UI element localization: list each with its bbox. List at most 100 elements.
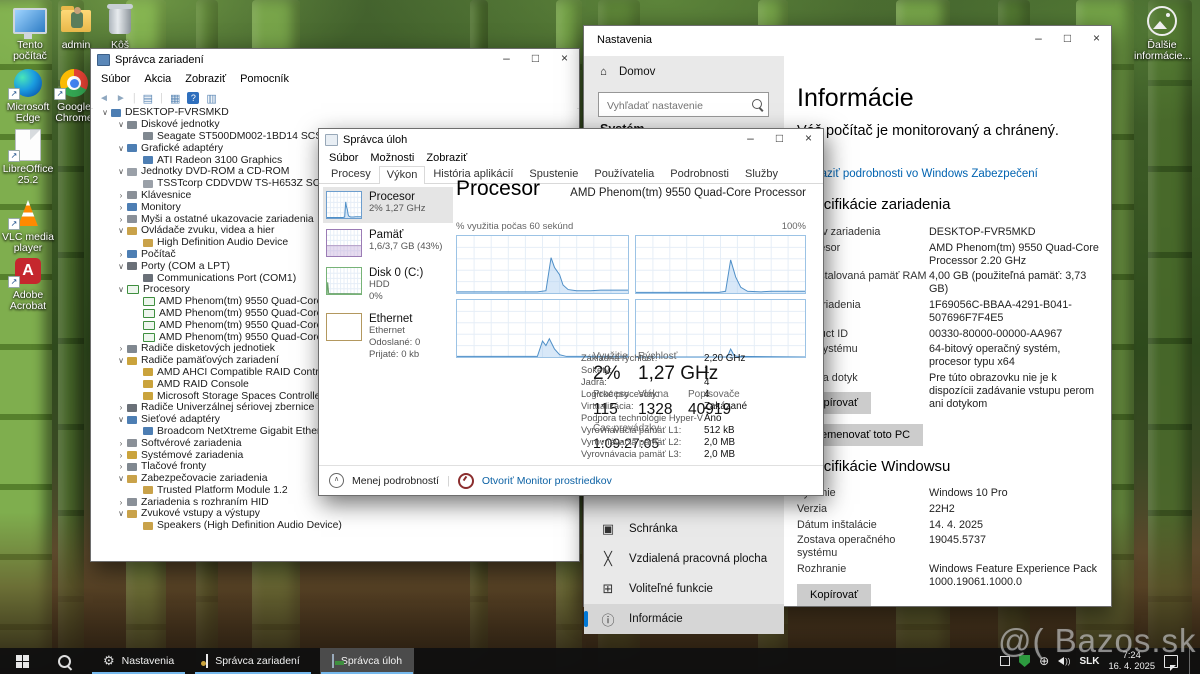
device-label: Microsoft Storage Spaces Controller — [157, 391, 324, 402]
tab-výkon[interactable]: Výkon — [379, 166, 426, 184]
list-view-icon[interactable]: ▤ — [143, 92, 153, 105]
expander-icon[interactable]: › — [115, 451, 127, 460]
device-tree-item[interactable]: ∨ Zvukové vstupy a výstupy — [93, 508, 577, 520]
detail-label: Vyrovnávacia pamäť L3: — [581, 449, 681, 459]
close-button[interactable]: × — [1082, 26, 1111, 52]
perf-item-title: Disk 0 (C:) — [369, 267, 423, 279]
expander-icon[interactable]: ∨ — [115, 356, 127, 365]
back-icon[interactable]: ◄ — [99, 93, 109, 104]
device-label: Zvukové vstupy a výstupy — [141, 508, 260, 519]
vlc-media-player-shortcut[interactable]: ↗VLC media player — [0, 196, 56, 254]
perf-item-ethernet[interactable]: EthernetEthernetOdoslané: 0 Prijaté: 0 k… — [323, 309, 453, 365]
sidebar-item-home[interactable]: ⌂ Domov — [600, 66, 655, 78]
menu-item-súbor[interactable]: Súbor — [95, 73, 136, 85]
taskbar-search-button[interactable] — [45, 648, 83, 674]
expander-icon[interactable]: ∨ — [115, 120, 127, 129]
settings-search-box[interactable] — [598, 92, 769, 117]
network-globe-icon[interactable]: ⊕ — [1039, 655, 1049, 667]
expander-icon[interactable]: ∨ — [115, 474, 127, 483]
perf-item-disk-0-c-[interactable]: Disk 0 (C:)HDD0% — [323, 263, 453, 307]
clock-date: 16. 4. 2025 — [1108, 661, 1155, 671]
volume-icon[interactable]: )) — [1058, 657, 1070, 666]
audio-device-icon — [127, 227, 137, 235]
taskbar-button-nastavenia[interactable]: ⚙Nastavenia — [91, 648, 186, 674]
adobe-acrobat-shortcut[interactable]: A↗Adobe Acrobat — [0, 254, 56, 312]
expander-icon[interactable]: ∨ — [115, 509, 127, 518]
properties-icon[interactable]: ▦ — [170, 92, 180, 105]
device-tree-item[interactable]: ›Zariadenia s rozhraním HID — [93, 496, 577, 508]
expander-icon[interactable]: › — [115, 203, 127, 212]
spec-row: Typ systému64-bitový operačný systém, pr… — [797, 343, 1101, 369]
expander-icon[interactable]: › — [115, 250, 127, 259]
expander-icon[interactable]: ∨ — [115, 167, 127, 176]
security-details-link[interactable]: Zobraziť podrobnosti vo Windows Zabezpeč… — [797, 168, 1038, 180]
expander-icon[interactable]: ∨ — [115, 226, 127, 235]
taskbar-button-spr-vca-loh[interactable]: Správca úloh — [320, 648, 414, 674]
start-button[interactable] — [0, 648, 45, 674]
menu-item-zobraziť[interactable]: Zobraziť — [179, 73, 232, 85]
collapse-chevron-icon[interactable]: ∧ — [329, 473, 344, 488]
sidebar-item-clipboard[interactable]: ▣Schránka — [584, 514, 784, 544]
device-tree-item[interactable]: ∨DESKTOP-FVRSMKD — [93, 107, 577, 119]
device-tree-item[interactable]: Speakers (High Definition Audio Device) — [93, 520, 577, 532]
sidebar-item-remote-desktop[interactable]: ╳Vzdialená pracovná plocha — [584, 544, 784, 574]
task-manager-title: Správca úloh — [343, 134, 407, 146]
expander-icon[interactable]: › — [115, 439, 127, 448]
action-center-icon[interactable] — [1164, 655, 1178, 668]
search-input[interactable] — [605, 94, 744, 117]
expander-icon[interactable]: › — [115, 344, 127, 353]
device-label: Diskové jednotky — [141, 119, 220, 130]
minimize-button[interactable]: – — [492, 49, 521, 69]
expander-icon[interactable]: ∨ — [115, 285, 127, 294]
detail-value: Áno — [704, 413, 721, 424]
minimize-button[interactable]: – — [1024, 26, 1053, 52]
perf-item-procesor[interactable]: Procesor2% 1,27 GHz — [323, 187, 453, 223]
maximize-button[interactable]: □ — [1053, 26, 1082, 52]
taskbar: ⚙Nastavenia Správca zariadení Správca úloh… — [0, 648, 1200, 674]
perf-item-pam-[interactable]: Pamäť1,6/3,7 GB (43%) — [323, 225, 453, 261]
security-shield-icon[interactable] — [1019, 655, 1030, 667]
expander-icon[interactable]: ∨ — [99, 108, 111, 117]
more-info-shortcut[interactable]: Ďalšie informácie... — [1134, 4, 1190, 62]
sidebar-item-info[interactable]: ⓘInformácie — [584, 604, 784, 634]
forward-icon[interactable]: ► — [116, 93, 126, 104]
taskbar-clock[interactable]: 7:24 16. 4. 2025 — [1108, 650, 1155, 672]
minimize-button[interactable]: – — [736, 129, 765, 149]
maximize-button[interactable]: □ — [521, 49, 550, 69]
sidebar-item-optional-features[interactable]: ⊞Voliteľné funkcie — [584, 574, 784, 604]
copy-windows-specs-button[interactable]: Kopírovať — [797, 584, 871, 606]
close-button[interactable]: × — [794, 129, 823, 149]
tab-procesy[interactable]: Procesy — [323, 165, 379, 183]
recycle-bin-shortcut[interactable]: Kôš — [92, 4, 148, 51]
expander-icon[interactable]: › — [115, 462, 127, 471]
menu-item-možnosti[interactable]: Možnosti — [364, 152, 420, 164]
menu-item-zobraziť[interactable]: Zobraziť — [420, 152, 473, 164]
expander-icon[interactable]: ∨ — [115, 144, 127, 153]
soft-device-icon — [127, 439, 137, 447]
taskbar-button-spr-vca-zariaden-[interactable]: Správca zariadení — [194, 648, 312, 674]
expander-icon[interactable]: › — [115, 498, 127, 507]
libreoffice-shortcut[interactable]: ↗LibreOffice 25.2 — [0, 128, 56, 186]
scan-hardware-icon[interactable]: ▥ — [206, 92, 216, 105]
language-indicator[interactable]: SLK — [1079, 656, 1099, 667]
expander-icon[interactable]: › — [115, 403, 127, 412]
hidden-icons-button[interactable] — [1000, 656, 1010, 666]
expander-icon[interactable]: ∨ — [115, 262, 127, 271]
close-button[interactable]: × — [550, 49, 579, 69]
open-resource-monitor-link[interactable]: Otvoriť Monitor prostriedkov — [482, 475, 612, 487]
perf-item-text: Disk 0 (C:)HDD0% — [369, 267, 423, 303]
monitor-device-icon — [127, 203, 137, 211]
computer-device-icon — [111, 109, 121, 117]
expander-icon[interactable]: › — [115, 215, 127, 224]
menu-item-akcia[interactable]: Akcia — [138, 73, 177, 85]
menu-item-pomocník[interactable]: Pomocník — [234, 73, 295, 85]
expander-icon[interactable]: ∨ — [115, 415, 127, 424]
fewer-details-button[interactable]: Menej podrobností — [352, 475, 439, 487]
maximize-button[interactable]: □ — [765, 129, 794, 149]
menu-item-súbor[interactable]: Súbor — [323, 152, 364, 164]
show-desktop-button[interactable] — [1189, 648, 1194, 674]
help-icon[interactable]: ? — [187, 92, 199, 104]
search-icon[interactable] — [752, 99, 762, 109]
cpu-device-icon — [143, 297, 155, 306]
expander-icon[interactable]: › — [115, 191, 127, 200]
